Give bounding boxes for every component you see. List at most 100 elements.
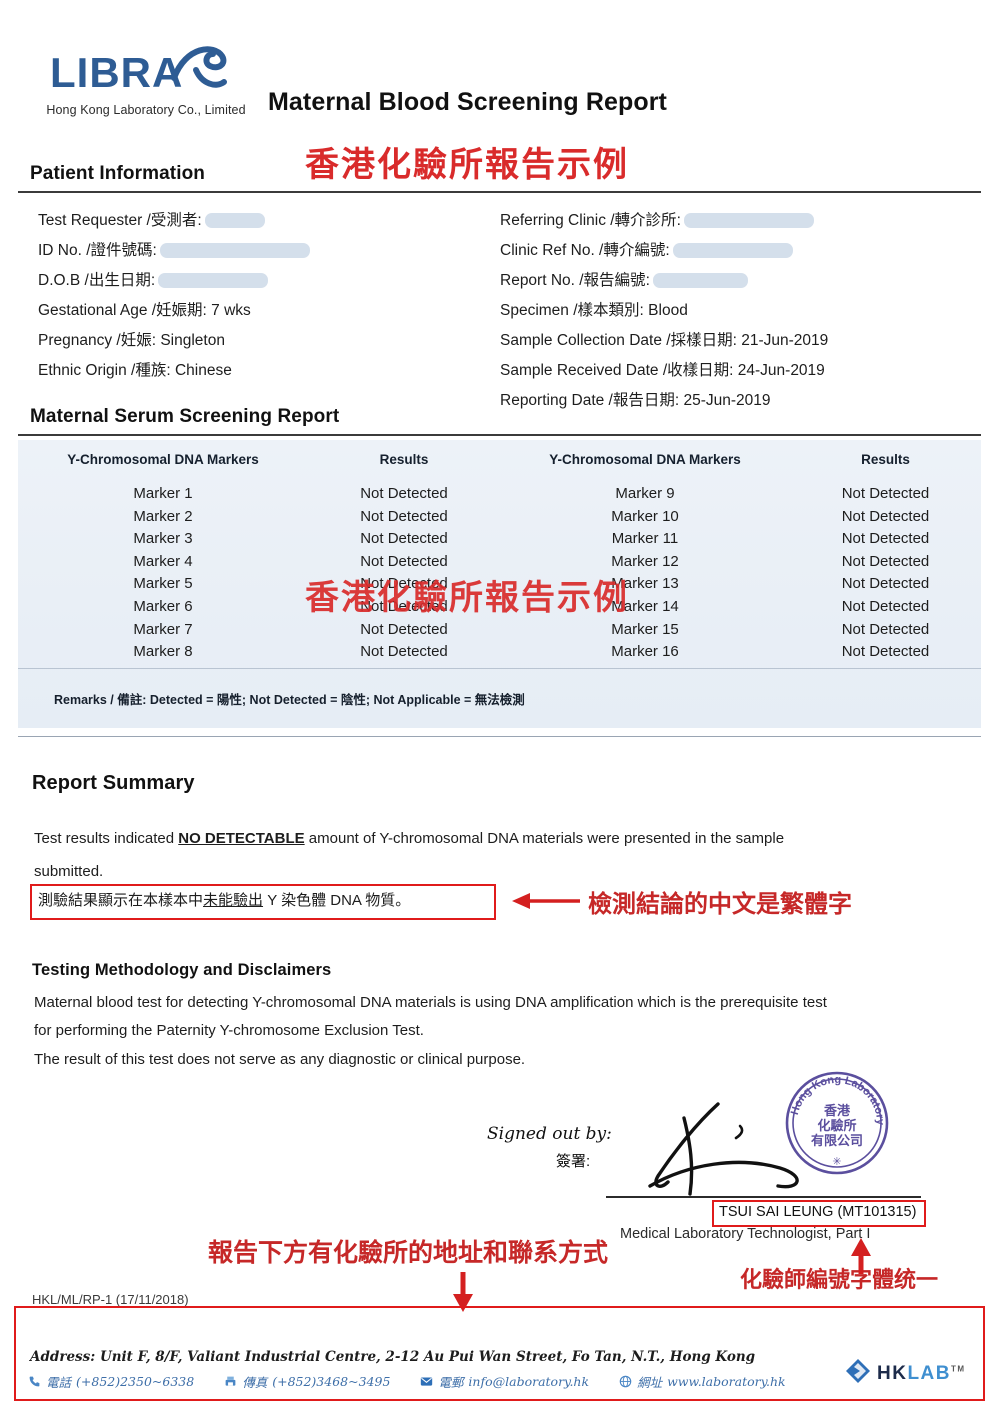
marker-result-left: Not Detected — [360, 530, 448, 548]
remarks-divider — [18, 668, 981, 669]
table-row: Marker 7 Not Detected Marker 15 Not Detecte… — [18, 619, 981, 642]
company-stamp-icon: Hong Kong Laboratory Co., Limited 香港 化驗所… — [777, 1059, 892, 1178]
marker-result-left: Not Detected — [360, 485, 448, 502]
table-row: Marker 3 Not Detected Marker 11 Not Detecte… — [18, 528, 981, 551]
patient-field-right-row: Sample Collection Date /採樣日期: 21-Jun-201… — [500, 326, 980, 356]
fax-icon — [224, 1375, 237, 1388]
svg-text:化驗所: 化驗所 — [817, 1118, 856, 1134]
footer-contact-value: (+852)3468~3495 — [272, 1373, 391, 1389]
hklab-lab: LAB — [907, 1362, 952, 1384]
libra-logo-icon: LIBRA — [26, 40, 266, 102]
technologist-title: Medical Laboratory Technologist, Part I — [620, 1226, 871, 1242]
patient-field-left-row: Ethnic Origin /種族: Chinese — [38, 356, 508, 386]
company-name: Hong Kong Laboratory Co., Limited — [46, 103, 246, 117]
patient-field-right-row: Referring Clinic /轉介診所: — [500, 206, 980, 236]
marker-result-right: Not Detected — [841, 597, 930, 615]
patient-field-left-row: Pregnancy /妊娠: Singleton — [38, 326, 508, 356]
email-icon — [420, 1375, 433, 1388]
patient-field-right-label: Sample Collection Date /採樣日期: — [500, 332, 737, 349]
serum-report-title: Maternal Serum Screening Report — [30, 406, 340, 427]
footer-contact-label: 傳真 — [242, 1374, 268, 1390]
annotation-chinese-conclusion-note: 檢測結論的中文是繁體字 — [588, 889, 852, 918]
table-bottom-divider — [18, 736, 981, 737]
patient-field-left-redacted-value — [158, 273, 269, 289]
column-header-markers-right: Y-Chromosomal DNA Markers — [549, 452, 741, 467]
marker-name-left: Marker 7 — [133, 620, 193, 638]
patient-field-left-value: Chinese — [170, 362, 232, 379]
chinese-conclusion-prefix: 測驗結果顯示在本樣本中 — [38, 892, 204, 909]
patient-field-left-label: Pregnancy /妊娠: — [38, 332, 157, 349]
patient-field-right-label: Report No. /報告編號: — [500, 272, 650, 289]
marker-name-left: Marker 2 — [133, 507, 193, 525]
signature-line — [606, 1196, 921, 1198]
summary-line-2: submitted. — [34, 863, 104, 880]
column-header-results-left: Results — [379, 452, 429, 467]
footer-contact-label: 電郵 — [438, 1374, 464, 1390]
signed-out-by-label-chinese: 簽署: — [556, 1153, 591, 1170]
footer-contact-value: info@laboratory.hk — [468, 1373, 590, 1389]
signed-out-by-label: Signed out by: — [487, 1124, 612, 1144]
patient-field-right-value: 24-Jun-2019 — [733, 362, 825, 379]
table-row: Marker 8 Not Detected Marker 16 Not Detecte… — [18, 641, 981, 664]
patient-field-left-label: Test Requester /受測者: — [38, 212, 202, 229]
patient-field-left-value: 7 wks — [206, 302, 251, 319]
patient-field-right-value: 21-Jun-2019 — [736, 332, 829, 349]
summary-suffix: amount of Y-chromosomal DNA materials we… — [304, 830, 785, 847]
patient-info-left-column: Test Requester /受測者: ID No. /證件號碼: D.O.B /… — [38, 206, 508, 386]
patient-field-right-row: Clinic Ref No. /轉介編號: — [500, 236, 980, 266]
patient-field-right-label: Referring Clinic /轉介診所: — [500, 212, 681, 229]
marker-result-left: Not Detected — [360, 620, 448, 638]
marker-name-left: Marker 4 — [133, 552, 193, 570]
marker-name-right: Marker 16 — [611, 643, 679, 661]
patient-field-right-row: Sample Received Date /收樣日期: 24-Jun-2019 — [500, 356, 980, 386]
hklab-diamond-icon — [845, 1358, 871, 1389]
patient-field-left-row: ID No. /證件號碼: — [38, 236, 508, 266]
marker-name-left: Marker 5 — [133, 575, 193, 593]
summary-prefix: Test results indicated — [34, 830, 179, 847]
table-row: Marker 1 Not Detected Marker 9 Not Detected — [18, 483, 981, 506]
marker-result-right: Not Detected — [841, 530, 930, 548]
table-row: Marker 5 Not Detected Marker 13 Not Detecte… — [18, 573, 981, 596]
document-title: Maternal Blood Screening Report — [268, 88, 667, 116]
svg-text:✳: ✳ — [832, 1156, 841, 1168]
marker-name-right: Marker 13 — [611, 575, 679, 593]
chinese-conclusion-underline: 未能驗出 — [203, 892, 264, 909]
annotation-arrow-up-technologist-icon — [848, 1238, 874, 1279]
marker-name-left: Marker 1 — [133, 485, 193, 502]
patient-information-title: Patient Information — [30, 163, 206, 184]
svg-text:香港: 香港 — [823, 1103, 851, 1119]
patient-field-left-value: Singleton — [156, 332, 225, 349]
svg-text:LIBRA: LIBRA — [50, 49, 183, 96]
marker-result-left: Not Detected — [360, 552, 448, 570]
website-icon — [619, 1375, 632, 1388]
patient-field-left-row: Test Requester /受測者: — [38, 206, 508, 236]
marker-name-right: Marker 14 — [611, 597, 679, 615]
marker-result-right: Not Detected — [841, 552, 930, 570]
marker-result-right: Not Detected — [841, 485, 930, 502]
form-code: HKL/ML/RP-1 (17/11/2018) — [32, 1292, 189, 1307]
footer-contact-row: 電話 (+852)2350~6338 傳真 (+852)3468~3495 電郵 info… — [28, 1371, 828, 1391]
hklab-hk: HK — [877, 1362, 908, 1384]
marker-result-left: Not Detected — [360, 643, 448, 661]
patient-field-right-redacted-value — [683, 213, 814, 229]
marker-name-left: Marker 8 — [133, 643, 193, 661]
methodology-line-1: Maternal blood test for detecting Y-chro… — [34, 994, 827, 1011]
methodology-line-3: The result of this test does not serve a… — [34, 1051, 526, 1068]
patient-field-right-redacted-value — [652, 273, 748, 289]
patient-field-left-label: ID No. /證件號碼: — [38, 242, 157, 259]
chinese-conclusion: 測驗結果顯示在本樣本中未能驗出 Y 染色體 DNA 物質。 — [38, 889, 410, 910]
footer-contact-fax[interactable]: 傳真 (+852)3468~3495 — [224, 1372, 390, 1391]
footer-contact-email[interactable]: 電郵 info@laboratory.hk — [420, 1372, 589, 1391]
company-logo: LIBRA Hong Kong Laboratory Co., Limited — [26, 40, 266, 117]
footer-address: Address: Unit F, 8/F, Valiant Industrial… — [30, 1349, 756, 1365]
footer-contact-website[interactable]: 網址 www.laboratory.hk — [619, 1372, 786, 1391]
hklab-wordmark: HKLABTM — [877, 1363, 966, 1385]
hklab-brand: HKLABTM — [845, 1358, 966, 1389]
patient-field-right-value: Blood — [643, 302, 688, 319]
patient-field-right-redacted-value — [672, 243, 793, 259]
patient-field-right-value: 25-Jun-2019 — [679, 392, 771, 409]
summary-emphasis: NO DETECTABLE — [178, 830, 305, 847]
marker-name-right: Marker 15 — [611, 620, 679, 638]
footer-contact-phone[interactable]: 電話 (+852)2350~6338 — [28, 1372, 194, 1391]
patient-field-right-label: Specimen /樣本類別: — [500, 302, 644, 319]
